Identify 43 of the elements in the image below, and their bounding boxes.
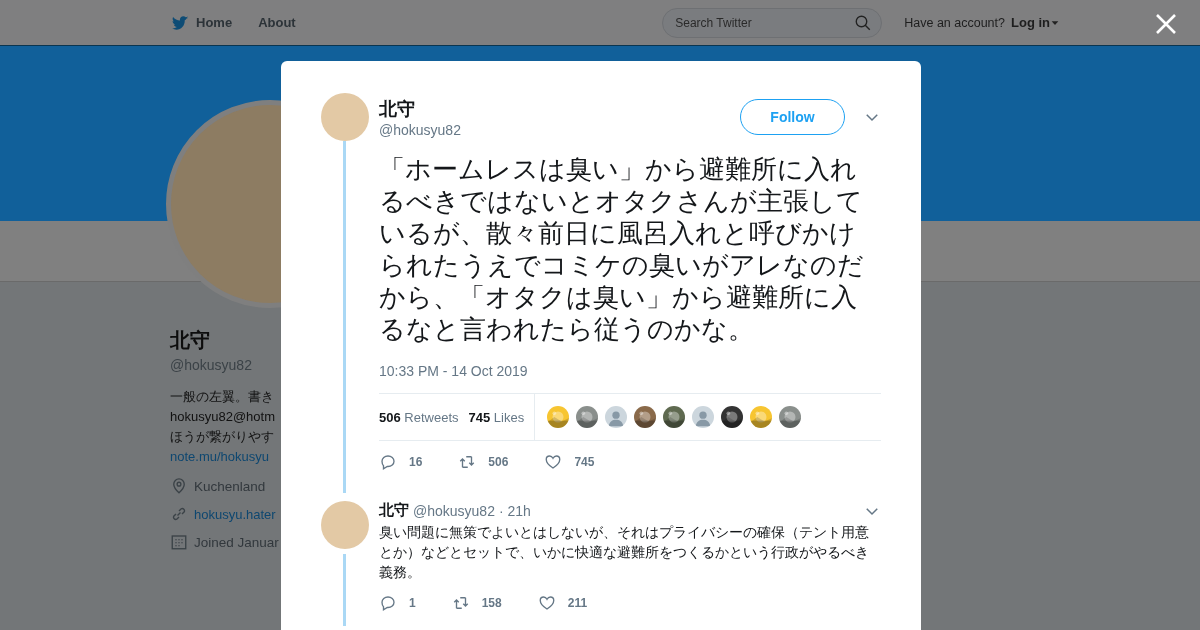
reply-icon — [379, 453, 397, 471]
retweet-icon — [458, 453, 477, 471]
joined-date: Joined Januar — [194, 534, 279, 550]
location-pin-icon — [170, 477, 188, 495]
link-icon — [170, 505, 188, 523]
retweet-action[interactable]: 506 — [458, 453, 509, 471]
search-field[interactable]: Search Twitter — [662, 7, 883, 38]
heart-icon — [537, 594, 556, 612]
stat-link[interactable]: 506 Retweets — [379, 409, 459, 425]
reply-text: 臭い問題に無策でよいとはしないが、それはプライバシーの確保（テント用意とか）などとセットで、いかに快適な避難所をつくるかという行政がやるべき義務。 — [379, 523, 870, 582]
user-handle: @hokusyu82 — [413, 502, 495, 519]
close-icon[interactable] — [1154, 12, 1178, 36]
stat-link[interactable]: 745 Likes — [468, 409, 525, 425]
follow-button[interactable]: Follow — [740, 99, 845, 135]
user-name: 北守 — [379, 501, 409, 520]
reply-action[interactable]: 1 — [379, 594, 416, 612]
like-action[interactable]: 745 — [544, 453, 595, 471]
nav-link[interactable]: Home — [170, 12, 233, 33]
user-avatar — [321, 501, 369, 549]
tweet-time: · 21h — [498, 502, 531, 519]
tweet-text: 「ホームレスは臭い」から避難所に入れるべきではないとオタクさんが主張しているが、散々前日に風呂入れと呼びかけられたうえでコミケの臭いがアレなのだから、「オタクは臭い」から避難所に入るなと言われたら従うのかな。 — [379, 153, 865, 345]
profile-handle: @hokusyu82 — [170, 357, 253, 373]
bio-text: ほうが繋がりやす — [170, 428, 275, 446]
calendar-icon — [170, 533, 188, 551]
search-icon — [854, 13, 873, 32]
login-link[interactable]: Log in — [1011, 15, 1060, 30]
tweet-timestamp: 10:33 PM - 14 Oct 2019 — [379, 363, 529, 379]
reply-icon — [379, 594, 397, 612]
heart-icon — [544, 453, 563, 471]
user-handle: @hokusyu82 — [379, 121, 462, 138]
location-text: Kuchenland — [194, 478, 266, 494]
user-name: 北守 — [379, 97, 416, 121]
account-prompt: Have an account? — [904, 15, 1005, 30]
like-action[interactable]: 211 — [537, 594, 588, 612]
profile-name: 北守 — [170, 328, 211, 353]
bio-text: hokusyu82@hotm — [170, 408, 276, 426]
reply-action[interactable]: 16 — [379, 453, 423, 471]
user-avatar — [321, 93, 369, 141]
retweet-action[interactable]: 158 — [451, 594, 502, 612]
default-avatar-icon[interactable] — [605, 406, 628, 428]
retweet-icon — [451, 594, 470, 612]
default-avatar-icon[interactable] — [692, 406, 715, 428]
nav-link[interactable]: About — [258, 15, 296, 30]
